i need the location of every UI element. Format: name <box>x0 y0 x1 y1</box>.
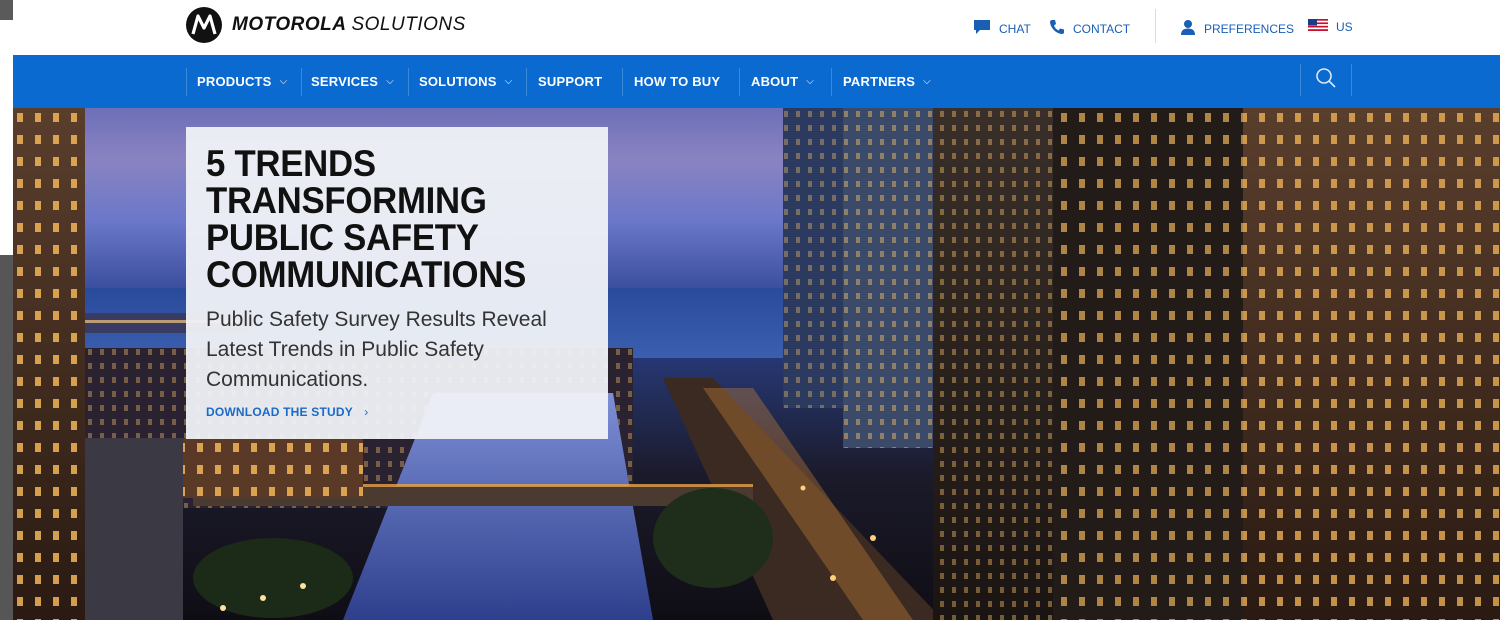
nav-about[interactable]: ABOUT ⌵ <box>751 55 814 108</box>
chevron-down-icon: ⌵ <box>923 76 931 87</box>
us-flag-icon <box>1308 19 1328 34</box>
nav-partners[interactable]: PARTNERS ⌵ <box>843 55 931 108</box>
chevron-right-icon: › <box>364 405 369 419</box>
search-button[interactable] <box>1300 64 1352 96</box>
brand-wordmark: MOTOROLA SOLUTIONS <box>232 14 466 36</box>
hero-subtitle: Public Safety Survey Results Reveal Late… <box>206 308 547 391</box>
nav-support[interactable]: SUPPORT <box>538 55 602 108</box>
search-icon <box>1315 67 1337 94</box>
brand-name-bold: MOTOROLA <box>232 14 347 35</box>
contact-label: CONTACT <box>1073 21 1131 36</box>
left-edge-artifact <box>0 255 13 620</box>
chat-label: CHAT <box>999 21 1031 36</box>
region-selector[interactable]: US <box>1308 19 1353 34</box>
nav-products[interactable]: PRODUCTS ⌵ <box>197 55 287 108</box>
nav-label: ABOUT <box>751 74 799 89</box>
preferences-link[interactable]: PREFERENCES <box>1180 19 1294 38</box>
chevron-down-icon: ⌵ <box>279 76 288 87</box>
chevron-down-icon: ⌵ <box>504 76 513 87</box>
hero-title: 5 TRENDS TRANSFORMING PUBLIC SAFETY COMM… <box>206 143 526 295</box>
utility-divider <box>1155 9 1156 43</box>
chevron-down-icon: ⌵ <box>386 76 394 87</box>
brand-logo[interactable]: MOTOROLA SOLUTIONS <box>186 7 466 43</box>
chevron-down-icon: ⌵ <box>806 76 814 87</box>
motorola-m-logo-icon <box>186 7 222 43</box>
hero-promo-card: 5 TRENDS TRANSFORMING PUBLIC SAFETY COMM… <box>186 127 608 439</box>
chat-icon <box>973 19 991 38</box>
nav-solutions[interactable]: SOLUTIONS ⌵ <box>419 55 512 108</box>
nav-divider <box>526 68 527 96</box>
phone-icon <box>1049 19 1065 38</box>
nav-label: SUPPORT <box>538 74 603 89</box>
cta-label: DOWNLOAD THE STUDY <box>206 405 353 419</box>
nav-divider <box>622 68 623 96</box>
left-edge-artifact-top <box>0 0 13 20</box>
nav-divider <box>301 68 302 96</box>
user-icon <box>1180 19 1196 38</box>
nav-label: SERVICES <box>311 74 379 89</box>
nav-divider <box>739 68 740 96</box>
brand-name-light: SOLUTIONS <box>351 14 466 35</box>
nav-label: PRODUCTS <box>197 74 272 89</box>
nav-how-to-buy[interactable]: HOW TO BUY <box>634 55 720 108</box>
utility-header: MOTOROLA SOLUTIONS CHAT CONTACT PREFERENC… <box>13 0 1500 55</box>
region-label: US <box>1336 19 1353 34</box>
chat-link[interactable]: CHAT <box>973 19 1031 38</box>
nav-divider <box>186 68 187 96</box>
contact-link[interactable]: CONTACT <box>1049 19 1130 38</box>
preferences-label: PREFERENCES <box>1204 21 1295 36</box>
main-nav: PRODUCTS ⌵ SERVICES ⌵ SOLUTIONS ⌵ SUPPOR… <box>13 55 1500 109</box>
nav-label: SOLUTIONS <box>419 74 497 89</box>
download-study-link[interactable]: DOWNLOAD THE STUDY › <box>206 405 368 419</box>
nav-divider <box>831 68 832 96</box>
nav-label: HOW TO BUY <box>634 74 721 89</box>
nav-divider <box>408 68 409 96</box>
nav-services[interactable]: SERVICES ⌵ <box>311 55 394 108</box>
nav-label: PARTNERS <box>843 74 916 89</box>
